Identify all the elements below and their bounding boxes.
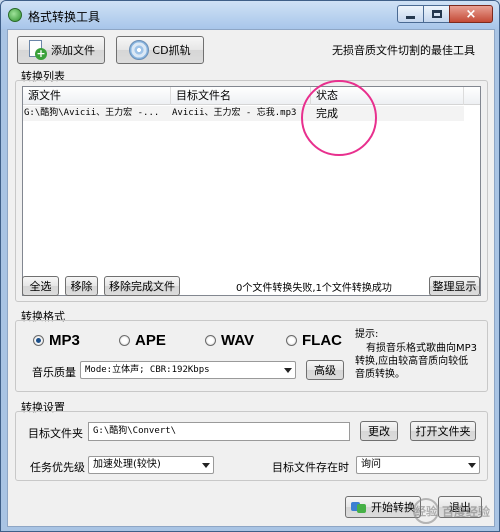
close-icon: × <box>465 6 477 22</box>
chevron-down-icon <box>284 368 292 373</box>
quality-select[interactable]: Mode:立体声; CBR:192Kbps <box>80 361 296 379</box>
add-file-icon: + <box>27 40 47 60</box>
target-folder-label: 目标文件夹 <box>28 427 83 440</box>
minimize-icon <box>406 15 415 19</box>
exists-value: 询问 <box>361 459 381 470</box>
minimize-button[interactable] <box>397 5 424 23</box>
hint-line-3: 音质转换。 <box>355 369 405 380</box>
maximize-button[interactable] <box>423 5 450 23</box>
convert-summary: 0个文件转换失败,1个文件转换成功 <box>236 283 392 294</box>
exists-select[interactable]: 询问 <box>356 456 480 474</box>
watermark-logo: 经验 <box>412 498 439 524</box>
app-icon <box>8 8 22 22</box>
radio-wav[interactable]: WAV <box>205 332 254 349</box>
add-file-label: 添加文件 <box>51 44 95 57</box>
exists-label: 目标文件存在时 <box>272 461 349 474</box>
tidy-view-button[interactable]: 整理显示 <box>429 276 480 296</box>
window-controls: × <box>397 5 493 23</box>
radio-ape-label: APE <box>135 332 166 349</box>
cd-icon <box>129 40 150 60</box>
priority-value: 加速处理(较快) <box>93 459 161 470</box>
target-folder-input[interactable]: G:\酷狗\Convert\ <box>88 422 350 441</box>
remove-done-button[interactable]: 移除完成文件 <box>104 276 180 296</box>
change-folder-button[interactable]: 更改 <box>360 421 398 441</box>
column-source[interactable]: 源文件 <box>23 87 171 105</box>
radio-wav-dot <box>205 335 216 346</box>
radio-flac-dot <box>286 335 297 346</box>
chevron-down-icon <box>202 463 210 468</box>
radio-flac-label: FLAC <box>302 332 342 349</box>
chevron-down-icon <box>468 463 476 468</box>
hint-title: 提示: <box>355 329 379 340</box>
app-window: 格式转换工具 × + 添加文件 CD抓轨 无损音质文件切割的最佳工具 转换列表 … <box>0 0 500 532</box>
radio-flac[interactable]: FLAC <box>286 332 342 349</box>
cell-target: Avicii、王力宏 - 忘我.mp3 <box>172 108 297 118</box>
quality-label: 音乐质量 <box>32 366 76 379</box>
add-file-button[interactable]: + 添加文件 <box>17 36 105 64</box>
list-header: 源文件 目标文件名 状态 <box>23 87 480 105</box>
open-folder-button[interactable]: 打开文件夹 <box>410 421 476 441</box>
window-title: 格式转换工具 <box>28 10 101 24</box>
slogan-text: 无损音质文件切割的最佳工具 <box>332 44 475 57</box>
close-button[interactable]: × <box>449 5 493 23</box>
highlight-circle <box>301 80 377 156</box>
radio-ape[interactable]: APE <box>119 332 166 349</box>
convert-list[interactable]: 源文件 目标文件名 状态 G:\酷狗\Avicii、王力宏 -... Avici… <box>22 86 481 296</box>
radio-mp3[interactable]: MP3 <box>33 332 80 349</box>
start-convert-label: 开始转换 <box>371 501 415 514</box>
client-area: + 添加文件 CD抓轨 无损音质文件切割的最佳工具 转换列表 源文件 目标文件名… <box>7 29 495 527</box>
remove-button[interactable]: 移除 <box>65 276 98 296</box>
radio-mp3-dot <box>33 335 44 346</box>
maximize-icon <box>431 10 442 18</box>
select-all-button[interactable]: 全选 <box>22 276 59 296</box>
watermark-text: 百度经验 <box>441 504 490 519</box>
convert-icon <box>351 500 367 514</box>
cd-rip-button[interactable]: CD抓轨 <box>116 36 204 64</box>
priority-label: 任务优先级 <box>30 461 85 474</box>
cd-rip-label: CD抓轨 <box>152 44 191 57</box>
quality-value: Mode:立体声; CBR:192Kbps <box>85 365 210 375</box>
radio-ape-dot <box>119 335 130 346</box>
watermark: 经验 百度经验 <box>412 498 490 524</box>
cell-source: G:\酷狗\Avicii、王力宏 -... <box>24 108 160 118</box>
radio-wav-label: WAV <box>221 332 255 349</box>
priority-select[interactable]: 加速处理(较快) <box>88 456 214 474</box>
hint-line-1: 有损音乐格式歌曲向MP3 <box>366 343 478 354</box>
advanced-button[interactable]: 高级 <box>306 360 344 380</box>
start-convert-button[interactable]: 开始转换 <box>345 496 421 518</box>
table-row[interactable]: G:\酷狗\Avicii、王力宏 -... Avicii、王力宏 - 忘我.mp… <box>23 106 464 121</box>
column-target[interactable]: 目标文件名 <box>171 87 311 105</box>
hint-line-2: 转换,应由较高音质向较低 <box>355 356 469 367</box>
radio-mp3-label: MP3 <box>49 332 80 349</box>
title-bar[interactable]: 格式转换工具 × <box>1 1 499 29</box>
